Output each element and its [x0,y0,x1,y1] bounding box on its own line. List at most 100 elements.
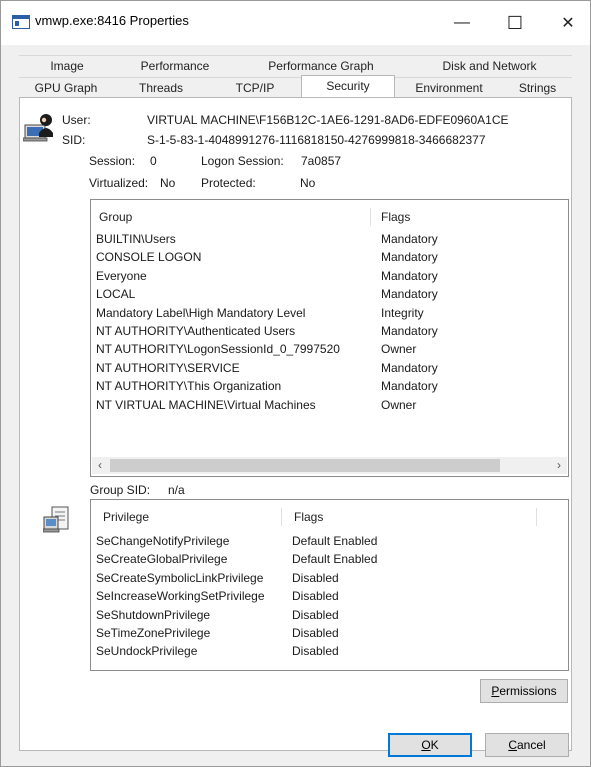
column-divider[interactable] [536,508,537,526]
column-header-group-flags[interactable]: Flags [381,210,410,224]
sid-label: SID: [62,133,86,147]
cancel-mnemonic: C [508,738,517,752]
group-row-name: NT AUTHORITY\LogonSessionId_0_7997520 [96,342,340,357]
privilege-row[interactable]: SeIncreaseWorkingSetPrivilege Disabled [91,587,568,605]
group-row-flags: Owner [381,397,417,412]
scroll-left-arrow-icon[interactable]: ‹ [92,457,108,474]
permissions-button[interactable]: Permissions [480,679,568,703]
logon-session-label: Logon Session: [201,154,284,168]
privilege-row-name: SeShutdownPrivilege [96,607,211,622]
ok-mnemonic: O [421,738,431,752]
privilege-scroll-icon [43,506,69,533]
title-bar[interactable]: vmwp.exe:8416 Properties — ☐ ✕ [1,1,590,45]
tab-disk-and-network[interactable]: Disk and Network [407,55,572,75]
group-row-flags: Mandatory [381,324,438,338]
column-header-privilege-flags[interactable]: Flags [294,510,323,524]
tab-environment[interactable]: Environment [395,77,503,97]
group-row-name: Mandatory Label\High Mandatory Level [96,305,306,320]
privilege-row-name: SeCreateSymbolicLinkPrivilege [96,570,264,585]
privilege-row[interactable]: SeUndockPrivilege Disabled [91,642,568,660]
privileges-list[interactable]: Privilege Flags SeChangeNotifyPrivilege D… [90,499,569,671]
user-label: User: [62,113,91,127]
privilege-row-flags: Disabled [292,626,339,640]
privilege-row[interactable]: SeCreateSymbolicLinkPrivilege Disabled [91,569,568,587]
group-row-name: BUILTIN\Users [96,232,176,246]
virtualized-value: No [160,176,176,190]
privilege-row-flags: Default Enabled [292,534,378,548]
group-row-flags: Mandatory [381,250,438,265]
groups-horizontal-scrollbar[interactable]: ‹ › [92,457,567,474]
privilege-row-name: SeCreateGlobalPrivilege [96,552,228,567]
maximize-button[interactable]: ☐ [492,9,538,37]
session-value: 0 [150,154,157,168]
logon-session-value: 7a0857 [301,154,342,168]
properties-window: vmwp.exe:8416 Properties — ☐ ✕ Image Per… [0,0,591,767]
group-row[interactable]: NT VIRTUAL MACHINE\Virtual Machines Owner [91,396,568,414]
tab-row-top: Image Performance Performance Graph Disk… [1,55,590,75]
groups-list[interactable]: Group Flags BUILTIN\Users Mandatory CONSOL… [90,199,569,477]
cancel-label-post: ancel [516,738,546,752]
privilege-row-flags: Disabled [292,570,339,585]
virtualized-label: Virtualized: [89,176,149,190]
privilege-row-name: SeChangeNotifyPrivilege [96,534,230,548]
tab-security[interactable]: Security [301,75,395,98]
minimize-button[interactable]: — [439,9,485,37]
tab-performance-graph[interactable]: Performance Graph [235,55,407,75]
group-row-flags: Mandatory [381,379,438,394]
group-row[interactable]: LOCAL Mandatory [91,285,568,303]
privilege-row-flags: Disabled [292,607,339,622]
privilege-row[interactable]: SeShutdownPrivilege Disabled [91,606,568,624]
privilege-row-name: SeIncreaseWorkingSetPrivilege [96,589,265,604]
column-divider[interactable] [370,208,371,226]
scroll-thumb[interactable] [110,459,500,472]
group-row[interactable]: BUILTIN\Users Mandatory [91,230,568,248]
group-row-flags: Owner [381,342,417,357]
group-row-name: NT AUTHORITY\Authenticated Users [96,324,296,338]
group-row[interactable]: NT AUTHORITY\SERVICE Mandatory [91,359,568,377]
sid-value: S-1-5-83-1-4048991276-1116818150-4276999… [147,133,486,147]
tab-threads[interactable]: Threads [113,77,209,97]
close-button[interactable]: ✕ [545,9,591,37]
group-row[interactable]: NT AUTHORITY\Authenticated Users Mandator… [91,322,568,340]
tab-strings[interactable]: Strings [503,77,572,97]
tab-performance[interactable]: Performance [115,55,235,75]
column-header-privilege[interactable]: Privilege [103,510,149,524]
cancel-button[interactable]: Cancel [485,733,569,757]
column-divider[interactable] [281,508,282,526]
group-row-name: CONSOLE LOGON [96,250,202,265]
group-row-name: Everyone [96,268,147,283]
permissions-label-post: ermissions [499,684,557,698]
privilege-row[interactable]: SeChangeNotifyPrivilege Default Enabled [91,532,568,550]
group-row-name: NT AUTHORITY\This Organization [96,379,282,394]
group-row[interactable]: NT AUTHORITY\This Organization Mandatory [91,377,568,395]
column-header-group[interactable]: Group [99,210,132,224]
privilege-row-name: SeTimeZonePrivilege [96,626,211,640]
ok-button[interactable]: OK [388,733,472,757]
group-row[interactable]: Mandatory Label\High Mandatory Level Inte… [91,304,568,322]
group-row-name: LOCAL [96,287,136,302]
dialog-body: Image Performance Performance Graph Disk… [1,45,590,766]
ok-label-post: K [430,738,439,752]
group-row-name: NT AUTHORITY\SERVICE [96,360,240,375]
group-row[interactable]: NT AUTHORITY\LogonSessionId_0_7997520 Own… [91,340,568,358]
privilege-row-flags: Disabled [292,644,339,659]
privilege-row-flags: Disabled [292,589,339,604]
tab-row-bottom: GPU Graph Threads TCP/IP Security Enviro… [1,75,590,98]
group-row[interactable]: Everyone Mandatory [91,267,568,285]
app-window-icon [12,15,30,29]
group-row-flags: Mandatory [381,268,438,283]
tab-image[interactable]: Image [19,55,115,75]
scroll-right-arrow-icon[interactable]: › [551,457,567,474]
privilege-row[interactable]: SeTimeZonePrivilege Disabled [91,624,568,642]
tab-gpu-graph[interactable]: GPU Graph [19,77,113,97]
group-row-flags: Integrity [381,305,424,320]
session-label: Session: [89,154,136,168]
group-row-flags: Mandatory [381,232,438,246]
group-row[interactable]: CONSOLE LOGON Mandatory [91,248,568,266]
protected-value: No [300,176,316,190]
tab-tcp-ip[interactable]: TCP/IP [209,77,301,97]
privilege-row[interactable]: SeCreateGlobalPrivilege Default Enabled [91,550,568,568]
group-row-flags: Mandatory [381,287,438,302]
protected-label: Protected: [201,176,256,190]
group-row-name: NT VIRTUAL MACHINE\Virtual Machines [96,397,316,412]
